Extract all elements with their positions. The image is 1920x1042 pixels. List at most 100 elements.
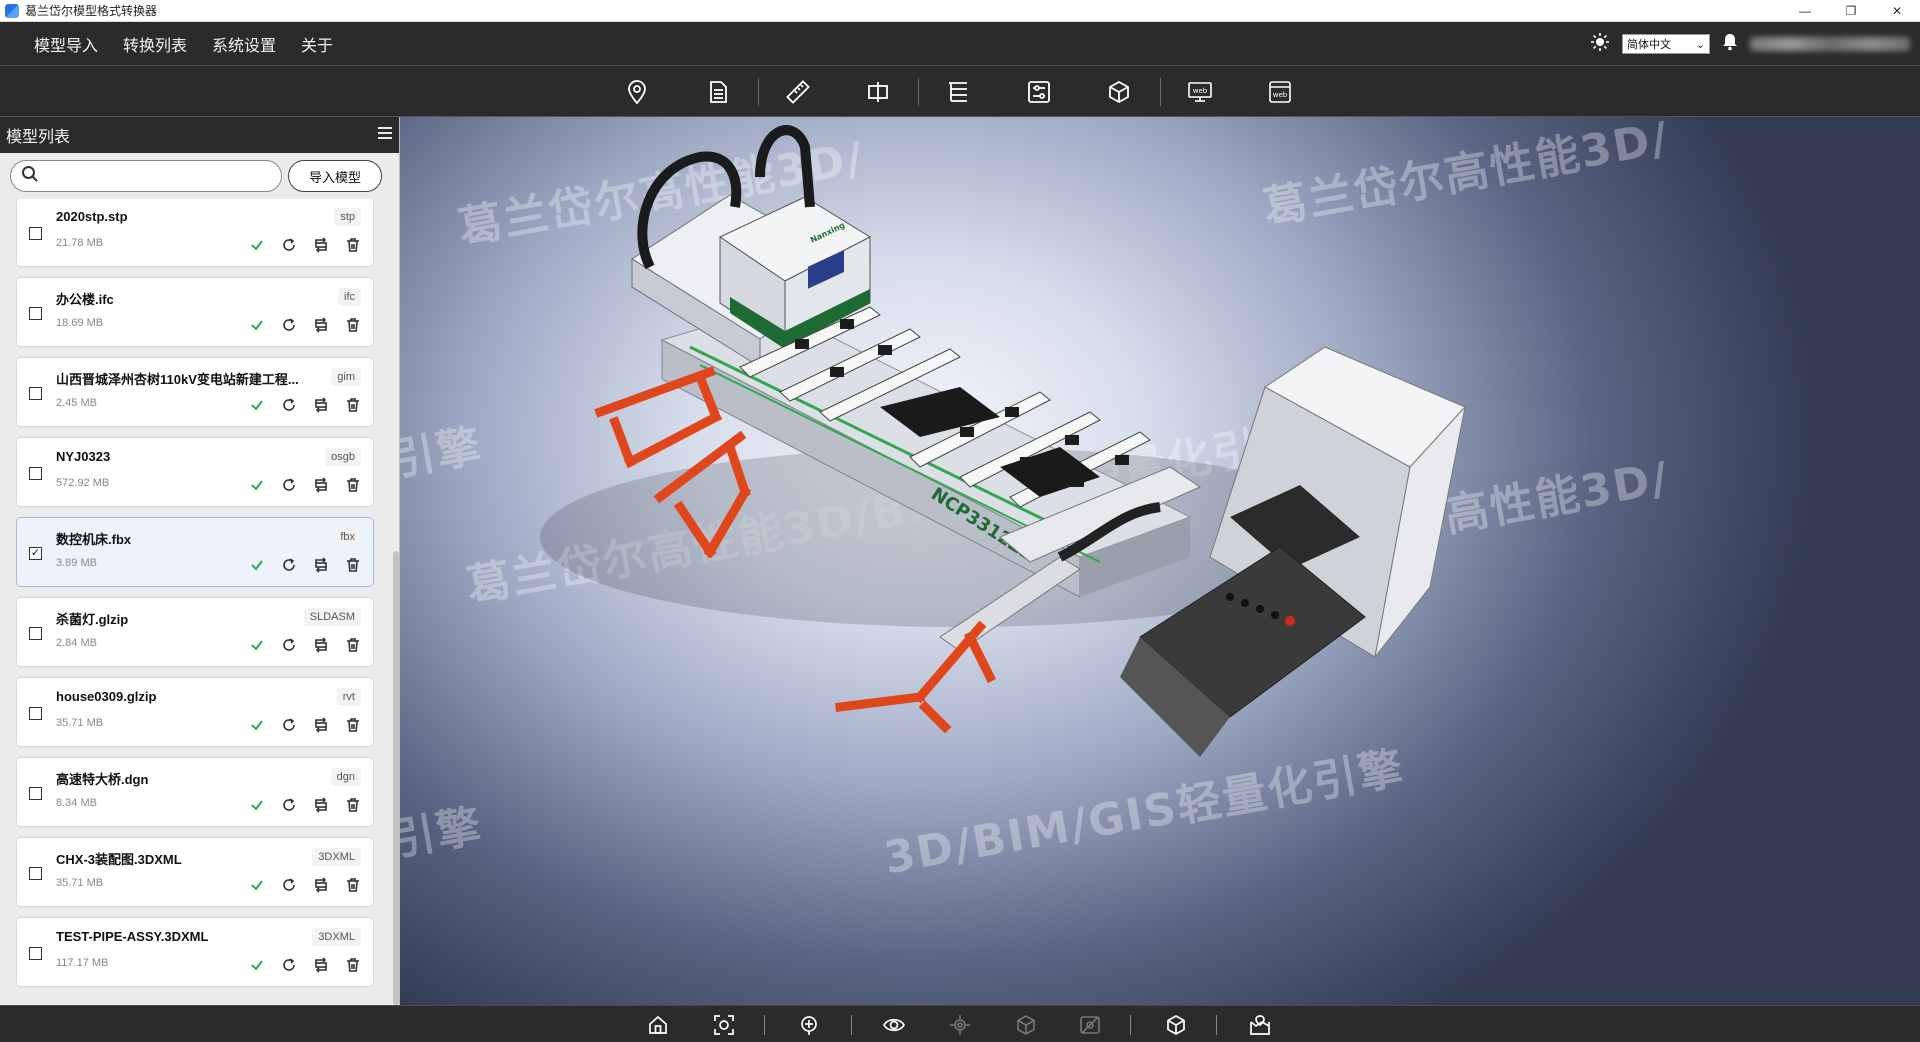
file-card[interactable]: 办公楼.ifc 18.69 MB ifc [16,277,374,347]
refresh-icon[interactable] [278,954,299,975]
menu-item-import[interactable]: 模型导入 [34,32,98,56]
file-checkbox[interactable] [29,307,42,320]
hide-icon[interactable] [1076,1011,1104,1039]
bell-icon[interactable] [1722,33,1738,56]
convert-icon[interactable] [310,234,331,255]
refresh-icon[interactable] [278,874,299,895]
file-name: 2020stp.stp [56,209,128,224]
file-card[interactable]: 杀菌灯.glzip 2.84 MB SLDASM [16,597,374,667]
convert-icon[interactable] [310,714,331,735]
delete-icon[interactable] [342,554,363,575]
language-value: 简体中文 [1627,39,1671,51]
file-card[interactable]: CHX-3装配图.3DXML 35.71 MB 3DXML [16,837,374,907]
list-scrollbar[interactable] [393,199,399,1005]
file-type-badge: 3DXML [312,848,361,866]
explode-icon[interactable] [946,1011,974,1039]
add-point-icon[interactable] [795,1011,823,1039]
file-name: 杀菌灯.glzip [56,612,129,627]
tree-icon[interactable] [942,76,974,108]
file-card[interactable]: NYJ0323 572.92 MB osgb [16,437,374,507]
settings-icon[interactable] [1023,76,1055,108]
file-checkbox[interactable] [29,227,42,240]
delete-icon[interactable] [342,394,363,415]
convert-icon[interactable] [310,394,331,415]
file-checkbox[interactable] [29,787,42,800]
convert-icon[interactable] [310,554,331,575]
view-icon[interactable] [880,1011,908,1039]
convert-icon[interactable] [310,954,331,975]
map-icon[interactable] [1246,1011,1274,1039]
refresh-icon[interactable] [278,714,299,735]
file-checkbox[interactable] [29,627,42,640]
file-checkbox[interactable] [29,947,42,960]
file-type-badge: rvt [336,688,361,706]
language-select[interactable]: 简体中文 ⌄ [1622,34,1710,54]
refresh-icon[interactable] [278,474,299,495]
file-size: 8.34 MB [56,797,97,809]
convert-icon[interactable] [310,314,331,335]
file-card[interactable]: house0309.glzip 35.71 MB rvt [16,677,374,747]
home-icon[interactable] [644,1011,672,1039]
delete-icon[interactable] [342,954,363,975]
delete-icon[interactable] [342,314,363,335]
status-ok-icon [246,634,267,655]
window-title: 葛兰岱尔模型格式转换器 [25,4,158,18]
3d-viewport[interactable]: 葛兰岱尔高性能3D/ 葛兰岱尔高性能3D/ 引擎 葛兰岱尔高性能3D/BIM/G… [400,117,1920,1005]
refresh-icon[interactable] [278,394,299,415]
wireframe-icon[interactable] [1012,1011,1040,1039]
menu-item-settings[interactable]: 系统设置 [212,32,276,56]
location-icon[interactable] [621,76,653,108]
delete-icon[interactable] [342,874,363,895]
file-checkbox[interactable] [29,867,42,880]
menu-item-about[interactable]: 关于 [301,32,333,56]
file-checkbox[interactable] [29,387,42,400]
import-model-button[interactable]: 导入模型 [288,160,382,192]
web-window-icon[interactable]: web [1264,76,1296,108]
file-checkbox[interactable] [29,467,42,480]
convert-icon[interactable] [310,474,331,495]
status-ok-icon [246,234,267,255]
menu-icon[interactable] [377,126,393,145]
section-icon[interactable] [862,76,894,108]
file-card[interactable]: TEST-PIPE-ASSY.3DXML 117.17 MB 3DXML [16,917,374,987]
refresh-icon[interactable] [278,234,299,255]
file-checkbox[interactable]: ✓ [29,547,42,560]
file-card[interactable]: 山西晋城泽州杏树110kV变电站新建工程... 2.45 MB gim [16,357,374,427]
search-box[interactable] [10,160,282,192]
delete-icon[interactable] [342,794,363,815]
measure-icon[interactable] [782,76,814,108]
document-icon[interactable] [702,76,734,108]
search-input[interactable] [45,168,265,184]
refresh-icon[interactable] [278,554,299,575]
menu-item-convert-list[interactable]: 转换列表 [123,32,187,56]
theme-sun-icon[interactable] [1590,32,1610,57]
file-name: 山西晋城泽州杏树110kV变电站新建工程... [56,372,299,387]
maximize-button[interactable]: ❐ [1828,0,1874,22]
delete-icon[interactable] [342,634,363,655]
delete-icon[interactable] [342,714,363,735]
close-button[interactable]: ✕ [1874,0,1920,22]
web-screen-icon[interactable]: web [1184,76,1216,108]
file-list[interactable]: 2020stp.stp 21.78 MB stp 办公楼.ifc 18.69 MB ifc… [0,199,392,1005]
convert-icon[interactable] [310,634,331,655]
cube-view-icon[interactable] [1162,1011,1190,1039]
delete-icon[interactable] [342,234,363,255]
user-account[interactable] [1750,37,1910,51]
file-name: CHX-3装配图.3DXML [56,852,182,867]
menu-bar: 模型导入 转换列表 系统设置 关于 简体中文 ⌄ [0,22,1920,66]
file-card[interactable]: ✓ 数控机床.fbx 3.89 MB fbx [16,517,374,587]
delete-icon[interactable] [342,474,363,495]
convert-icon[interactable] [310,874,331,895]
file-name: TEST-PIPE-ASSY.3DXML [56,929,209,944]
file-card[interactable]: 高速特大桥.dgn 8.34 MB dgn [16,757,374,827]
convert-icon[interactable] [310,794,331,815]
fit-view-icon[interactable] [710,1011,738,1039]
scrollbar-thumb[interactable] [393,551,399,1005]
refresh-icon[interactable] [278,634,299,655]
refresh-icon[interactable] [278,314,299,335]
model-export-icon[interactable] [1103,76,1135,108]
minimize-button[interactable]: — [1782,0,1828,22]
file-card[interactable]: 2020stp.stp 21.78 MB stp [16,199,374,267]
file-checkbox[interactable] [29,707,42,720]
refresh-icon[interactable] [278,794,299,815]
